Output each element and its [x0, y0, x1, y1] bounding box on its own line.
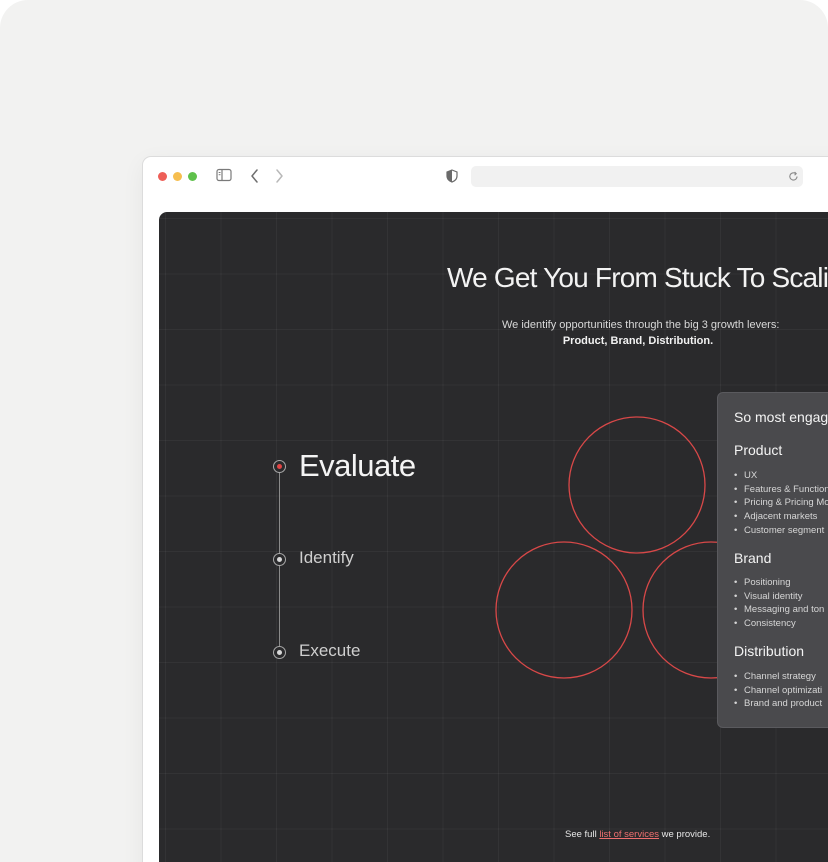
browser-window: We Get You From Stuck To Scaling We iden… [143, 157, 828, 862]
list-item: Consistency [734, 617, 824, 631]
address-bar[interactable] [471, 166, 803, 187]
card-section-brand-list: Positioning Visual identity Messaging an… [734, 576, 824, 631]
sidebar-toggle-icon[interactable] [216, 168, 232, 182]
venn-circle-product [568, 416, 706, 554]
list-item: Features & Function [734, 483, 828, 497]
engagement-card: So most engage Product UX Features & Fun… [717, 392, 828, 728]
footer-suffix: we provide. [661, 829, 711, 840]
minimize-window-button[interactable] [173, 172, 182, 181]
card-section-brand-title: Brand [734, 550, 772, 566]
desktop-backdrop: We Get You From Stuck To Scaling We iden… [0, 0, 828, 862]
card-section-distribution-list: Channel strategy Channel optimizati Bran… [734, 670, 822, 711]
card-section-product-title: Product [734, 442, 783, 458]
card-section-product-list: UX Features & Function Pricing & Pricing… [734, 469, 828, 537]
list-item: Pricing & Pricing Mo [734, 496, 828, 510]
list-item: Adjacent markets [734, 510, 828, 524]
venn-circle-brand [495, 541, 633, 679]
services-footer-note: See full list of services we provide. [565, 829, 710, 840]
close-window-button[interactable] [158, 172, 167, 181]
card-section-distribution-title: Distribution [734, 643, 805, 659]
footer-prefix: See full [565, 829, 597, 840]
list-item: Channel strategy [734, 670, 822, 684]
list-item: Visual identity [734, 590, 824, 604]
list-item: Messaging and ton [734, 603, 824, 617]
maximize-window-button[interactable] [188, 172, 197, 181]
list-item: Positioning [734, 576, 824, 590]
browser-toolbar [143, 157, 828, 197]
list-of-services-link[interactable]: list of services [599, 829, 659, 840]
list-item: Customer segment [734, 524, 828, 538]
shield-icon [446, 169, 458, 183]
list-item: Channel optimizati [734, 684, 822, 698]
forward-arrow-icon[interactable] [274, 168, 284, 184]
list-item: Brand and product [734, 697, 822, 711]
page-content: We Get You From Stuck To Scaling We iden… [159, 212, 828, 862]
reload-icon[interactable] [788, 171, 799, 182]
list-item: UX [734, 469, 828, 483]
card-title: So most engage [734, 409, 828, 425]
back-arrow-icon[interactable] [250, 168, 260, 184]
